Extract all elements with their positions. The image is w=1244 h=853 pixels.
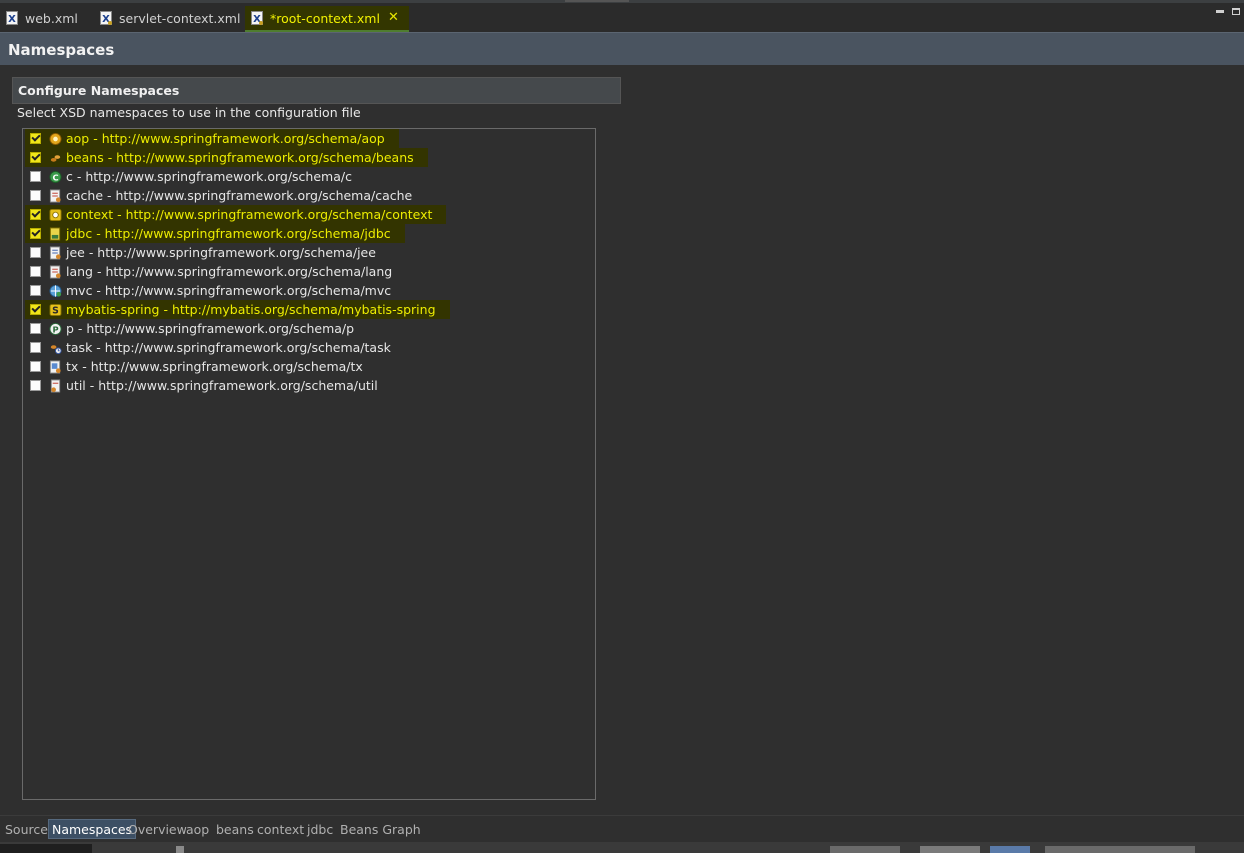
xml-file-icon: X	[6, 11, 18, 25]
namespace-label: jee - http://www.springframework.org/sch…	[66, 245, 376, 260]
namespace-checkbox[interactable]	[30, 304, 41, 315]
tab-servlet-context-xml[interactable]: X servlet-context.xml	[100, 6, 240, 30]
jdbc-namespace-icon	[49, 227, 62, 241]
svg-text:S: S	[52, 305, 59, 316]
section-header: Configure Namespaces	[12, 77, 621, 104]
namespace-row-c[interactable]: C c - http://www.springframework.org/sch…	[25, 167, 352, 186]
section-description: Select XSD namespaces to use in the conf…	[17, 105, 361, 120]
xml-file-icon: X	[251, 11, 263, 25]
namespace-label: util - http://www.springframework.org/sc…	[66, 378, 378, 393]
c-namespace-icon: C	[49, 170, 62, 184]
namespace-checkbox[interactable]	[30, 380, 41, 391]
task-namespace-icon	[49, 341, 62, 355]
namespace-checkbox[interactable]	[30, 171, 41, 182]
namespace-row-util[interactable]: util - http://www.springframework.org/sc…	[25, 376, 378, 395]
section-title: Configure Namespaces	[18, 83, 180, 98]
namespace-label: p - http://www.springframework.org/schem…	[66, 321, 355, 336]
mybatis-namespace-icon: S	[49, 303, 62, 317]
close-icon[interactable]: ✕	[388, 11, 399, 24]
editor-tab-bar: X web.xml X servlet-context.xml X *root-…	[0, 0, 1244, 32]
page-header: Namespaces	[0, 32, 1244, 65]
namespace-checkbox[interactable]	[30, 266, 41, 277]
namespace-label: jdbc - http://www.springframework.org/sc…	[66, 226, 391, 241]
tab-overview[interactable]: Overview	[125, 819, 190, 839]
lang-namespace-icon	[49, 265, 62, 279]
namespace-checkbox[interactable]	[30, 285, 41, 296]
tab-jdbc[interactable]: jdbc	[304, 819, 336, 839]
namespace-label: aop - http://www.springframework.org/sch…	[66, 131, 385, 146]
tab-root-context-xml[interactable]: X *root-context.xml ✕	[245, 6, 409, 32]
p-namespace-icon: P	[49, 322, 62, 336]
namespace-label: task - http://www.springframework.org/sc…	[66, 340, 391, 355]
namespace-row-aop[interactable]: aop - http://www.springframework.org/sch…	[25, 129, 399, 148]
tab-context[interactable]: context	[254, 819, 307, 839]
status-icon	[176, 846, 184, 853]
namespace-checkbox[interactable]	[30, 228, 41, 239]
tx-namespace-icon	[49, 360, 62, 374]
namespace-row-cache[interactable]: cache - http://www.springframework.org/s…	[25, 186, 412, 205]
namespace-row-mybatis-spring[interactable]: S mybatis-spring - http://mybatis.org/sc…	[25, 300, 450, 319]
minimize-icon[interactable]	[1216, 10, 1224, 13]
util-namespace-icon	[49, 379, 62, 393]
namespace-label: mvc - http://www.springframework.org/sch…	[66, 283, 392, 298]
jee-namespace-icon	[49, 246, 62, 260]
namespace-checkbox[interactable]	[30, 190, 41, 201]
namespace-list: aop - http://www.springframework.org/sch…	[22, 128, 596, 800]
namespace-label: tx - http://www.springframework.org/sche…	[66, 359, 363, 374]
tab-web-xml[interactable]: X web.xml	[6, 6, 78, 30]
status-icons	[1045, 846, 1195, 853]
tab-namespaces[interactable]: Namespaces	[48, 819, 137, 839]
tab-aop[interactable]: aop	[183, 819, 212, 839]
status-bar-segment	[0, 844, 92, 853]
namespace-row-mvc[interactable]: mvc - http://www.springframework.org/sch…	[25, 281, 391, 300]
namespace-checkbox[interactable]	[30, 247, 41, 258]
tab-label: servlet-context.xml	[119, 10, 241, 26]
mvc-namespace-icon	[49, 284, 62, 298]
namespace-row-beans[interactable]: beans - http://www.springframework.org/s…	[25, 148, 428, 167]
editor-page-tabs: Source Namespaces Overview aop beans con…	[0, 815, 1244, 841]
namespace-label: lang - http://www.springframework.org/sc…	[66, 264, 393, 279]
namespace-label: mybatis-spring - http://mybatis.org/sche…	[66, 302, 436, 317]
xml-file-icon: X	[100, 11, 112, 25]
namespace-row-jee[interactable]: jee - http://www.springframework.org/sch…	[25, 243, 376, 262]
namespace-row-jdbc[interactable]: jdbc - http://www.springframework.org/sc…	[25, 224, 405, 243]
status-icons	[830, 846, 900, 853]
page-title: Namespaces	[8, 41, 115, 59]
tab-beans[interactable]: beans	[213, 819, 257, 839]
namespace-row-tx[interactable]: tx - http://www.springframework.org/sche…	[25, 357, 363, 376]
namespace-checkbox[interactable]	[30, 342, 41, 353]
tab-source[interactable]: Source	[2, 819, 51, 839]
namespace-label: cache - http://www.springframework.org/s…	[66, 188, 413, 203]
context-namespace-icon	[49, 208, 62, 222]
namespace-checkbox[interactable]	[30, 152, 41, 163]
namespace-checkbox[interactable]	[30, 209, 41, 220]
namespace-row-task[interactable]: task - http://www.springframework.org/sc…	[25, 338, 391, 357]
namespace-row-p[interactable]: P p - http://www.springframework.org/sch…	[25, 319, 354, 338]
namespace-label: c - http://www.springframework.org/schem…	[66, 169, 352, 184]
namespace-checkbox[interactable]	[30, 133, 41, 144]
namespace-checkbox[interactable]	[30, 361, 41, 372]
namespace-checkbox[interactable]	[30, 323, 41, 334]
tab-bar-accent	[565, 0, 629, 2]
status-bar	[0, 842, 1244, 853]
svg-text:X: X	[8, 14, 16, 25]
namespace-row-context[interactable]: context - http://www.springframework.org…	[25, 205, 447, 224]
svg-text:C: C	[52, 172, 58, 182]
status-icons	[920, 846, 980, 853]
tab-beans-graph[interactable]: Beans Graph	[337, 819, 424, 839]
namespace-label: beans - http://www.springframework.org/s…	[66, 150, 414, 165]
maximize-icon[interactable]	[1232, 8, 1240, 15]
status-icons	[990, 846, 1030, 853]
cache-namespace-icon	[49, 189, 62, 203]
svg-text:P: P	[52, 324, 58, 334]
aop-namespace-icon	[49, 132, 62, 146]
beans-namespace-icon	[49, 151, 62, 165]
tab-label: *root-context.xml	[270, 10, 380, 26]
namespace-row-lang[interactable]: lang - http://www.springframework.org/sc…	[25, 262, 392, 281]
tab-label: web.xml	[25, 10, 78, 26]
namespace-label: context - http://www.springframework.org…	[66, 207, 433, 222]
